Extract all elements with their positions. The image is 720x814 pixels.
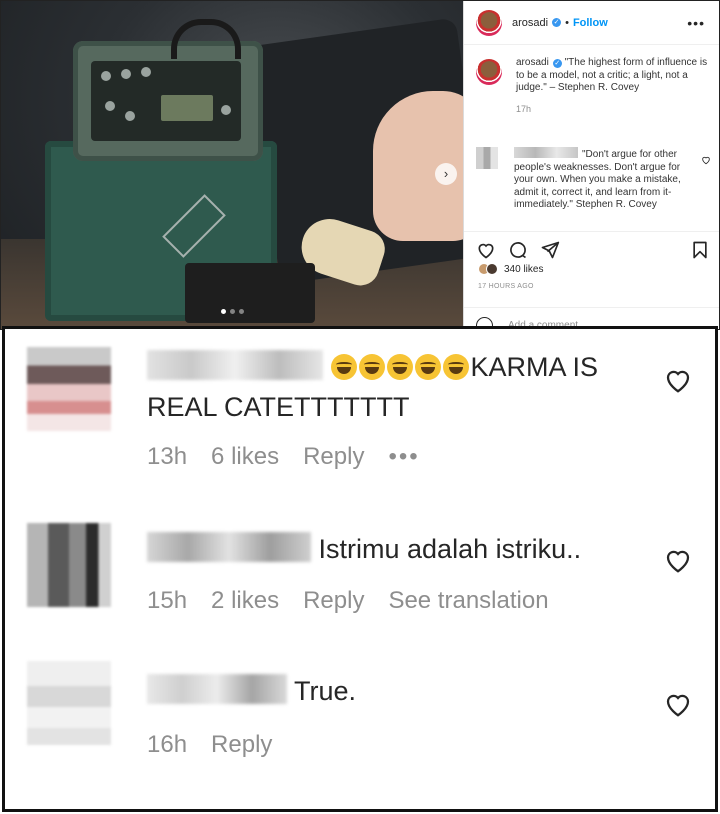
comment-time[interactable]: 15h [147, 587, 187, 615]
comment-text: "Don't argue for other people's weakness… [514, 149, 681, 210]
next-slide-arrow-icon[interactable]: › [435, 163, 457, 185]
photo-knob [105, 101, 115, 111]
comment-text-block: Istrimu adalah istriku.. [147, 529, 627, 569]
comment-body: "Don't argue for other people's weakness… [514, 147, 696, 212]
comment-text: True. [294, 676, 357, 706]
caption-body: arosadi ✓ "The highest form of influence … [516, 57, 712, 115]
like-heart-icon[interactable] [476, 240, 496, 260]
photo-knob [125, 111, 135, 121]
post-photo[interactable]: › [1, 1, 463, 329]
photo-pedalboard [185, 263, 315, 323]
header-separator: • [565, 16, 569, 29]
commenter-avatar-pixelated[interactable] [27, 523, 111, 607]
like-comment-heart-icon[interactable] [701, 155, 711, 165]
author-username[interactable]: arosadi [512, 17, 548, 29]
post-actions [464, 231, 719, 267]
carousel-dot-active [221, 309, 226, 314]
liker-avatar [486, 263, 498, 275]
commenter-name-pixelated[interactable] [147, 350, 323, 380]
follow-button[interactable]: Follow [573, 17, 608, 29]
verified-badge-icon: ✓ [552, 59, 562, 68]
carousel-dots [221, 309, 244, 314]
caption-avatar[interactable] [476, 59, 502, 85]
comment-likes[interactable]: 6 likes [211, 443, 279, 471]
likes-summary[interactable]: 340 likes [478, 263, 543, 275]
caption-timestamp[interactable]: 17h [516, 103, 712, 116]
comment-text: Istrimu adalah istriku.. [318, 534, 582, 564]
photo-knob [101, 71, 111, 81]
save-bookmark-icon[interactable] [690, 240, 710, 260]
carousel-dot [239, 309, 244, 314]
carousel-dot [230, 309, 235, 314]
photo-amp-screen [161, 95, 213, 121]
post-caption: arosadi ✓ "The highest form of influence … [476, 57, 712, 115]
commenter-name-pixelated[interactable] [147, 674, 287, 704]
comment-text-block: KARMA IS REAL CATETTTTTTT [147, 347, 627, 427]
likes-count[interactable]: 340 likes [504, 264, 543, 275]
comment-meta: 13h 6 likes Reply ••• [147, 443, 420, 471]
photo-knob [221, 105, 231, 115]
verified-badge-icon: ✓ [552, 18, 562, 27]
comment-text-block: True. [147, 671, 627, 711]
share-send-icon[interactable] [540, 240, 560, 260]
post-sidebar: arosadi ✓ • Follow ••• arosadi ✓ "The hig… [463, 1, 719, 329]
author-avatar[interactable] [476, 9, 502, 36]
more-options-icon[interactable]: ••• [388, 443, 419, 471]
photo-amp-handle [171, 19, 241, 59]
more-horizontal-icon[interactable]: ••• [687, 15, 705, 31]
reply-button[interactable]: Reply [303, 443, 364, 471]
comment-meta: 15h 2 likes Reply See translation [147, 587, 549, 615]
comment-time[interactable]: 13h [147, 443, 187, 471]
see-translation-link[interactable]: See translation [388, 587, 548, 615]
post-header: arosadi ✓ • Follow ••• [464, 1, 719, 45]
reply-button[interactable]: Reply [303, 587, 364, 615]
commenter-avatar-pixelated[interactable] [27, 347, 111, 431]
like-comment-heart-icon[interactable] [663, 689, 693, 719]
instagram-post: › arosadi ✓ • Follow ••• arosadi ✓ "The h… [0, 0, 720, 330]
comment-bubble-icon[interactable] [508, 240, 528, 260]
photo-knob [141, 67, 151, 77]
commenter-avatar-pixelated[interactable] [27, 661, 111, 745]
zoomed-comments-panel: KARMA IS REAL CATETTTTTTT 13h 6 likes Re… [2, 326, 718, 812]
like-comment-heart-icon[interactable] [663, 365, 693, 395]
commenter-name-pixelated[interactable] [147, 532, 311, 562]
like-comment-heart-icon[interactable] [663, 545, 693, 575]
reply-button[interactable]: Reply [211, 731, 272, 759]
caption-username[interactable]: arosadi [516, 57, 549, 68]
laughing-emoji-icon [330, 352, 471, 382]
post-timestamp: 17 HOURS AGO [478, 283, 534, 290]
commenter-name-pixelated[interactable] [514, 147, 578, 158]
comment-likes[interactable]: 2 likes [211, 587, 279, 615]
photo-knob [121, 69, 131, 79]
comment-meta: 16h Reply [147, 731, 272, 759]
commenter-avatar-pixelated[interactable] [476, 147, 498, 169]
comment-time[interactable]: 16h [147, 731, 187, 759]
post-comment: "Don't argue for other people's weakness… [476, 147, 712, 212]
